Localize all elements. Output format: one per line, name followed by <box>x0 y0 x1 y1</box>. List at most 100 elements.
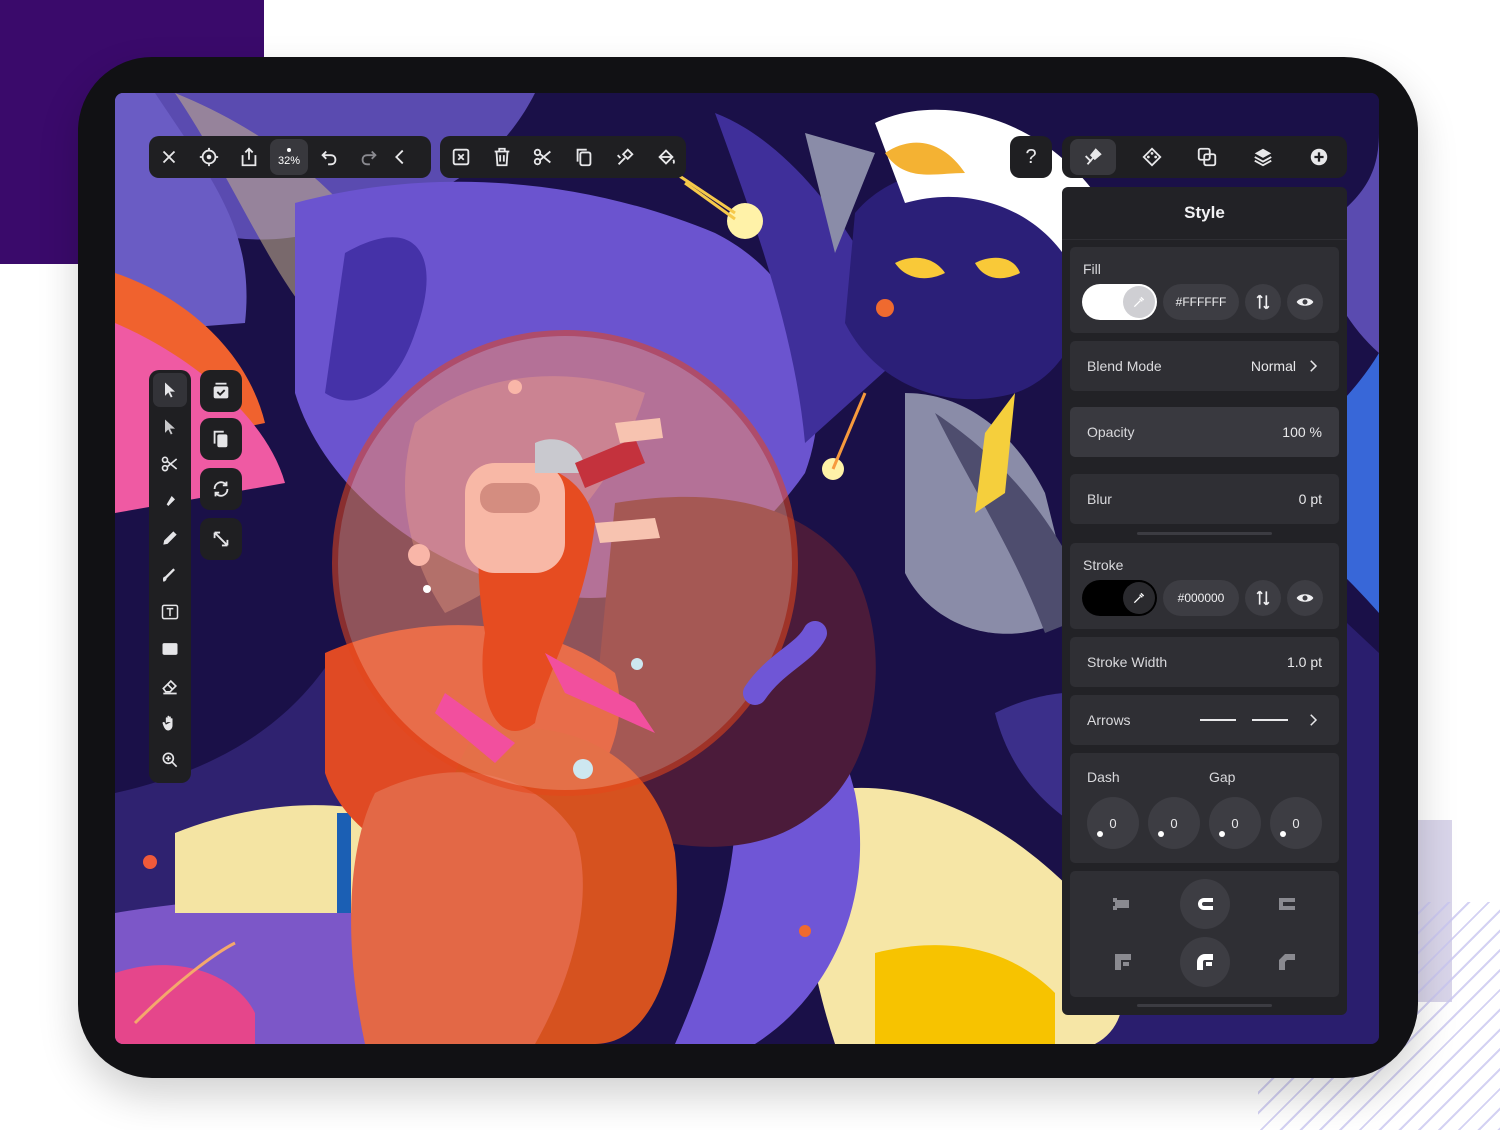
bevel-join-button[interactable] <box>1262 937 1312 987</box>
tab-boolean[interactable] <box>1187 137 1227 177</box>
arrows-label: Arrows <box>1087 712 1131 728</box>
hand-tool[interactable] <box>153 706 187 740</box>
round-cap-icon <box>1198 898 1213 910</box>
zoom-tool[interactable] <box>153 743 187 777</box>
zoom-level-button[interactable]: 32% <box>269 137 309 177</box>
swap-icon <box>1256 590 1270 606</box>
cut-button[interactable] <box>523 137 563 177</box>
paint-bucket-icon <box>657 149 675 165</box>
duplicate-button[interactable] <box>200 418 242 460</box>
top-left-toolbar: 32% <box>149 136 431 178</box>
copy-style-button[interactable] <box>605 137 645 177</box>
paste-style-icon <box>616 148 634 165</box>
square-cap-button[interactable] <box>1262 879 1312 929</box>
blur-label: Blur <box>1087 491 1112 507</box>
miter-join-button[interactable] <box>1098 937 1148 987</box>
tab-style[interactable] <box>1069 139 1116 175</box>
direct-select-tool[interactable] <box>153 410 187 444</box>
zoom-level-label: 32% <box>277 154 301 167</box>
gap-dial-2[interactable]: 0 <box>1270 797 1322 849</box>
undo-button[interactable] <box>309 137 349 177</box>
dash-dial-2[interactable]: 0 <box>1209 797 1261 849</box>
scale-button[interactable] <box>200 518 242 560</box>
blend-mode-row[interactable]: Blend Mode Normal <box>1070 341 1339 391</box>
tab-path[interactable] <box>1132 137 1172 177</box>
gear-icon <box>199 147 219 167</box>
fill-swap-button[interactable] <box>1245 284 1281 320</box>
round-join-icon <box>1197 954 1213 970</box>
path-nodes-icon <box>1142 147 1162 167</box>
redo-button[interactable] <box>349 137 389 177</box>
stroke-color-swatch[interactable] <box>1082 580 1157 616</box>
right-panel-tabs <box>1062 136 1347 178</box>
stroke-eyedropper-button[interactable] <box>1123 582 1155 614</box>
eraser-tool[interactable] <box>153 669 187 703</box>
delete-button[interactable] <box>482 137 522 177</box>
fill-visibility-toggle[interactable] <box>1287 284 1323 320</box>
butt-cap-button[interactable] <box>1098 879 1148 929</box>
scissors-icon <box>161 456 178 472</box>
layers-icon <box>1254 148 1272 167</box>
deselect-button[interactable] <box>441 137 481 177</box>
round-cap-button[interactable] <box>1180 879 1230 929</box>
help-label: ? <box>1025 145 1037 168</box>
style-panel: Style Fill #FFFFFF Blend Mode Normal Opa… <box>1062 187 1347 1015</box>
blend-mode-value: Normal <box>1250 358 1296 374</box>
rotate-button[interactable] <box>200 468 242 510</box>
select-tool[interactable] <box>153 373 187 407</box>
rectangle-tool[interactable] <box>153 632 187 666</box>
share-icon <box>241 147 257 167</box>
plus-circle-icon <box>1310 148 1328 166</box>
trash-icon <box>494 147 509 167</box>
dash-label: Dash <box>1087 769 1120 785</box>
arrows-row[interactable]: Arrows <box>1070 695 1339 745</box>
blur-value: 0 pt <box>1298 491 1322 507</box>
chevron-left-icon <box>395 149 404 165</box>
share-button[interactable] <box>229 137 269 177</box>
round-join-button[interactable] <box>1180 937 1230 987</box>
tab-add[interactable] <box>1299 137 1339 177</box>
stroke-width-value: 1.0 pt <box>1286 654 1322 670</box>
rotate-icon <box>213 481 229 497</box>
arrow-end-style[interactable] <box>1252 719 1288 721</box>
scissors-tool[interactable] <box>153 447 187 481</box>
stroke-visibility-toggle[interactable] <box>1287 580 1323 616</box>
stroke-width-slider[interactable]: Stroke Width 1.0 pt <box>1070 637 1339 687</box>
stroke-hex-field[interactable]: #000000 <box>1163 580 1239 616</box>
fill-color-swatch[interactable] <box>1082 284 1157 320</box>
pencil-tool[interactable] <box>153 521 187 555</box>
close-button[interactable] <box>149 137 189 177</box>
chevron-right-icon <box>1310 714 1318 726</box>
blur-slider[interactable]: Blur 0 pt <box>1070 474 1339 524</box>
select-all-button[interactable] <box>200 370 242 412</box>
text-tool[interactable] <box>153 595 187 629</box>
brush-tool[interactable] <box>153 558 187 592</box>
opacity-slider[interactable]: Opacity 100 % <box>1070 407 1339 457</box>
fill-hex-field[interactable]: #FFFFFF <box>1163 284 1239 320</box>
tools-sidebar <box>149 370 191 783</box>
copy-button[interactable] <box>564 137 604 177</box>
stroke-section: Stroke #000000 <box>1070 543 1339 629</box>
eraser-icon <box>162 679 178 695</box>
help-button[interactable]: ? <box>1010 136 1052 178</box>
arrow-start-style[interactable] <box>1200 719 1236 721</box>
tab-layers[interactable] <box>1243 137 1283 177</box>
hand-icon <box>162 715 173 731</box>
zoom-indicator-dot <box>287 147 291 152</box>
collapse-toolbar-button[interactable] <box>389 137 411 177</box>
text-box-icon <box>161 604 179 620</box>
undo-icon <box>321 150 337 166</box>
pen-tool[interactable] <box>153 484 187 518</box>
settings-button[interactable] <box>189 137 229 177</box>
stroke-swap-button[interactable] <box>1245 580 1281 616</box>
dash-dial-1[interactable]: 0 <box>1087 797 1139 849</box>
cursor-arrow-icon <box>165 382 175 398</box>
butt-cap-icon <box>1113 898 1129 910</box>
rectangle-icon <box>162 643 178 655</box>
fill-bucket-button[interactable] <box>646 137 686 177</box>
pen-nib-icon <box>163 496 175 508</box>
gap-dial-1[interactable]: 0 <box>1148 797 1200 849</box>
dash-gap-section: Dash Gap 0 0 0 0 <box>1070 753 1339 863</box>
eye-icon <box>1296 298 1314 306</box>
fill-eyedropper-button[interactable] <box>1123 286 1155 318</box>
